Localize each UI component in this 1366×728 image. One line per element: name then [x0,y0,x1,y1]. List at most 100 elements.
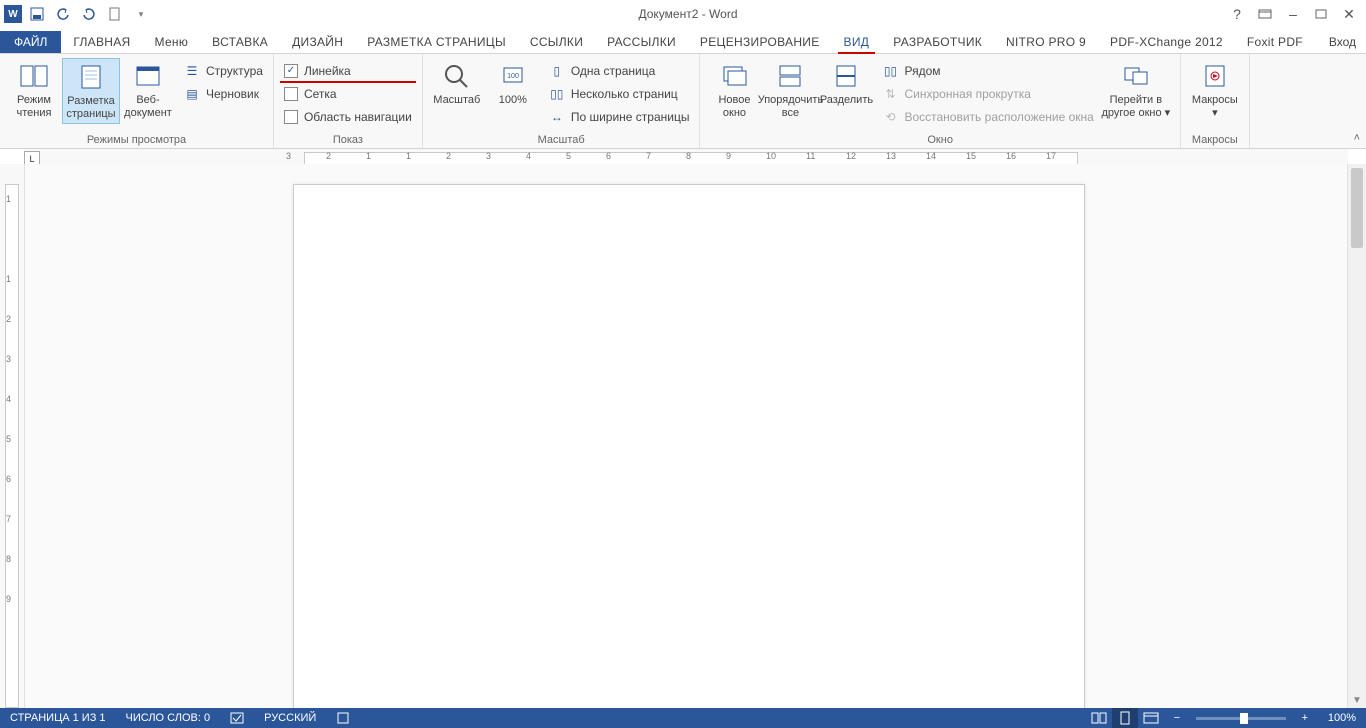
page-width-button[interactable]: ↔По ширине страницы [545,106,694,127]
web-layout-button[interactable]: Веб-документ [120,58,176,122]
qat-customize-button[interactable]: ▾ [130,3,152,25]
status-language[interactable]: РУССКИЙ [254,708,326,728]
arrange-all-button[interactable]: Упорядочить все [762,58,818,122]
ruler-checkbox[interactable]: ✓Линейка [280,60,416,81]
status-words[interactable]: ЧИСЛО СЛОВ: 0 [116,708,221,728]
one-page-button[interactable]: ▯Одна страница [545,60,694,81]
tab-developer[interactable]: РАЗРАБОТЧИК [881,31,994,53]
group-views: Режим чтения Разметка страницы Веб-докум… [0,54,274,148]
tab-review[interactable]: РЕЦЕНЗИРОВАНИЕ [688,31,832,53]
arrange-icon [774,60,806,92]
quick-access-toolbar: W ▾ [0,3,152,25]
tab-mailings[interactable]: РАССЫЛКИ [595,31,688,53]
status-page[interactable]: СТРАНИЦА 1 ИЗ 1 [0,708,116,728]
file-tab[interactable]: ФАЙЛ [0,31,61,53]
tab-view[interactable]: ВИД [832,31,882,53]
redo-button[interactable] [78,3,100,25]
vertical-scrollbar[interactable]: ▲ ▼ [1347,164,1366,708]
read-mode-label: Режим чтения [8,94,60,120]
scroll-thumb[interactable] [1351,168,1363,248]
split-label: Разделить [820,94,873,107]
undo-button[interactable] [52,3,74,25]
vertical-ruler[interactable]: 1123456789 [0,164,25,708]
web-view-button[interactable] [1138,708,1164,728]
sign-in-link[interactable]: Вход [1319,31,1366,53]
zoom-in-button[interactable]: + [1292,708,1318,728]
multi-page-button[interactable]: ▯▯Несколько страниц [545,83,694,104]
read-mode-button[interactable]: Режим чтения [6,58,62,122]
checkbox-icon [284,87,298,101]
arrange-label: Упорядочить все [758,94,823,120]
nav-pane-checkbox[interactable]: Область навигации [280,106,416,127]
zoom-100-button[interactable]: 100 100% [485,58,541,109]
zoom-out-button[interactable]: − [1164,708,1190,728]
scroll-down-button[interactable]: ▼ [1348,692,1366,708]
svg-text:100: 100 [507,73,519,80]
tab-design[interactable]: ДИЗАЙН [280,31,355,53]
zoom-slider-knob[interactable] [1240,713,1248,724]
tab-pdfxchange[interactable]: PDF-XChange 2012 [1098,31,1235,53]
tab-home[interactable]: ГЛАВНАЯ [61,31,142,53]
status-right: − + 100% [1086,708,1366,728]
new-doc-button[interactable] [104,3,126,25]
tab-nitro[interactable]: NITRO PRO 9 [994,31,1098,53]
group-zoom-label: Масштаб [429,133,694,146]
macros-icon [1199,60,1231,92]
side-by-side-button[interactable]: ▯▯Рядом [878,60,1097,81]
checkbox-icon [284,110,298,124]
print-layout-button[interactable]: Разметка страницы [62,58,120,124]
outline-icon: ☰ [184,63,200,79]
reset-pos-button[interactable]: ⟲Восстановить расположение окна [878,106,1097,127]
switch-window-button[interactable]: Перейти в другое окно ▾ [1098,58,1174,122]
zoom-level[interactable]: 100% [1318,712,1366,724]
new-window-icon [718,60,750,92]
group-views-label: Режимы просмотра [6,133,267,146]
zoom-label: Масштаб [433,94,480,107]
gridlines-checkbox[interactable]: Сетка [280,83,416,104]
tab-references[interactable]: ССЫЛКИ [518,31,595,53]
read-view-button[interactable] [1086,708,1112,728]
zoom-icon [441,60,473,92]
word-app-icon: W [4,5,22,23]
status-macro-rec[interactable] [326,708,360,728]
switch-window-label: Перейти в другое окно ▾ [1100,94,1172,120]
zoom-slider[interactable] [1196,717,1286,720]
status-bar: СТРАНИЦА 1 ИЗ 1 ЧИСЛО СЛОВ: 0 РУССКИЙ − … [0,708,1366,728]
collapse-ribbon-button[interactable]: ˄ [1354,132,1360,144]
checkbox-checked-icon: ✓ [284,64,298,78]
tab-menu[interactable]: Меню [143,31,201,53]
ribbon-tabs: ФАЙЛ ГЛАВНАЯ Меню ВСТАВКА ДИЗАЙН РАЗМЕТК… [0,29,1366,54]
macros-button[interactable]: Макросы ▾ [1187,58,1243,122]
web-layout-icon [132,60,164,92]
tab-insert[interactable]: ВСТАВКА [200,31,280,53]
group-window-label: Окно [706,133,1173,146]
split-button[interactable]: Разделить [818,58,874,109]
web-layout-label: Веб-документ [122,94,174,120]
draft-icon: ▤ [184,86,200,102]
sync-scroll-icon: ⇅ [882,86,898,102]
zoom-100-label: 100% [499,94,527,107]
new-window-button[interactable]: Новое окно [706,58,762,122]
document-canvas[interactable] [25,164,1347,708]
status-proofing[interactable] [220,708,254,728]
draft-button[interactable]: ▤Черновик [180,83,267,104]
help-button[interactable]: ? [1224,4,1250,24]
ribbon-display-button[interactable] [1252,4,1278,24]
reset-pos-icon: ⟲ [882,109,898,125]
switch-window-icon [1120,60,1152,92]
tab-pagelayout[interactable]: РАЗМЕТКА СТРАНИЦЫ [355,31,518,53]
print-view-button[interactable] [1112,708,1138,728]
tab-foxit[interactable]: Foxit PDF [1235,31,1315,53]
minimize-button[interactable]: – [1280,4,1306,24]
group-show: ✓Линейка Сетка Область навигации Показ [274,54,423,148]
group-show-label: Показ [280,133,416,146]
zoom-button[interactable]: Масштаб [429,58,485,109]
one-page-icon: ▯ [549,63,565,79]
sync-scroll-button[interactable]: ⇅Синхронная прокрутка [878,83,1097,104]
window-title: Документ2 - Word [152,7,1224,21]
page[interactable] [293,184,1085,708]
outline-button[interactable]: ☰Структура [180,60,267,81]
save-button[interactable] [26,3,48,25]
maximize-button[interactable] [1308,4,1334,24]
close-button[interactable]: ✕ [1336,4,1362,24]
